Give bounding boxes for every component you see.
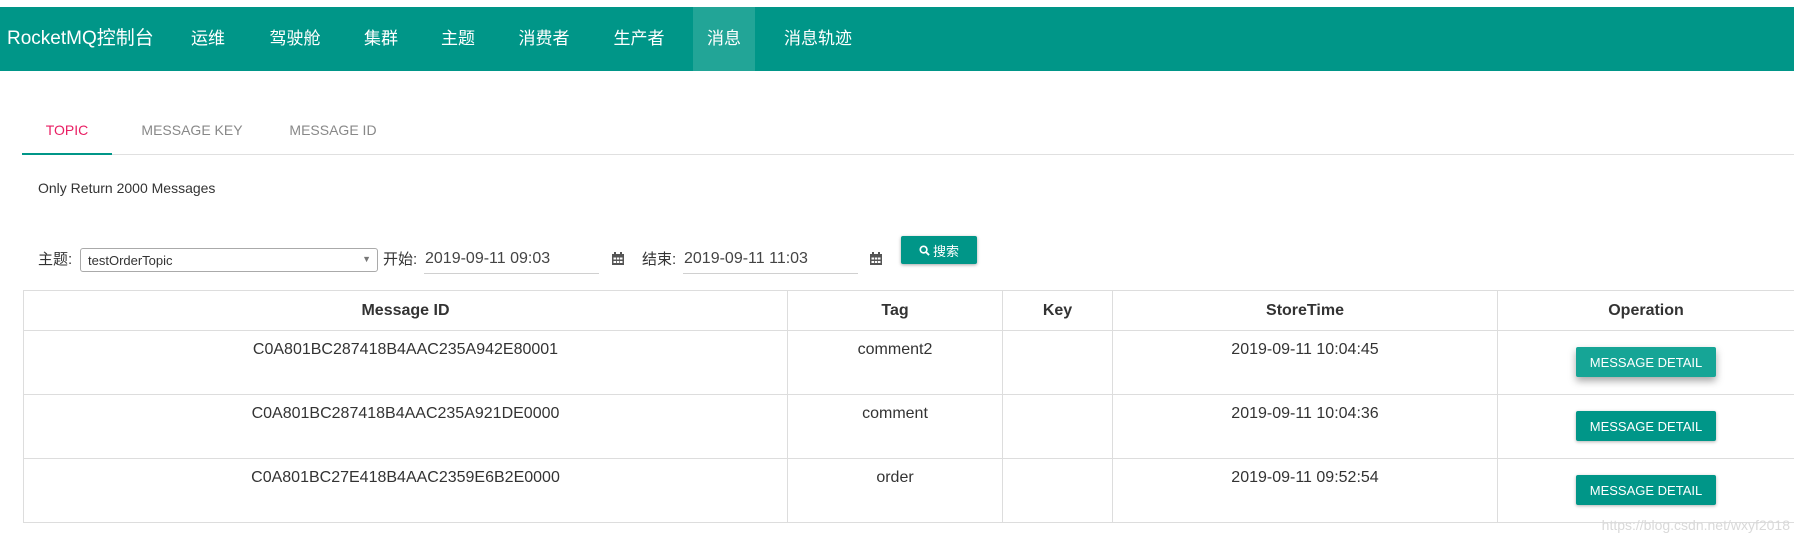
brand-title[interactable]: RocketMQ控制台 (7, 7, 154, 71)
store-time-cell: 2019-09-11 10:04:45 (1112, 330, 1498, 395)
tab-topic[interactable]: TOPIC (22, 108, 112, 155)
operation-cell: MESSAGE DETAIL (1497, 330, 1794, 395)
column-header-operation: Operation (1497, 290, 1794, 331)
table-header-row: Message ID Tag Key StoreTime Operation (23, 290, 1794, 331)
topic-label: 主题: (38, 251, 73, 268)
store-time-cell: 2019-09-11 09:52:54 (1112, 458, 1498, 523)
tab-message-id[interactable]: MESSAGE ID (280, 108, 386, 154)
message-detail-button[interactable]: MESSAGE DETAIL (1576, 411, 1716, 441)
key-cell (1002, 394, 1113, 459)
watermark-text: https://blog.csdn.net/wxyf2018 (1601, 517, 1790, 533)
operation-cell: MESSAGE DETAIL (1497, 394, 1794, 459)
calendar-icon[interactable] (869, 252, 883, 266)
tag-cell: order (787, 458, 1003, 523)
search-button-label: 搜索 (932, 243, 959, 259)
nav-item-dashboard[interactable]: 驾驶舱 (258, 7, 332, 71)
column-header-tag: Tag (787, 290, 1003, 331)
start-time-label: 开始: (383, 251, 418, 268)
table-row: C0A801BC287418B4AAC235A921DE0000 comment… (23, 394, 1794, 459)
search-icon (919, 244, 930, 256)
nav-item-consumer[interactable]: 消费者 (508, 7, 580, 71)
message-detail-button[interactable]: MESSAGE DETAIL (1576, 475, 1716, 505)
tag-cell: comment2 (787, 330, 1003, 395)
message-id-cell: C0A801BC27E418B4AAC2359E6B2E0000 (23, 458, 788, 523)
message-id-cell: C0A801BC287418B4AAC235A921DE0000 (23, 394, 788, 459)
nav-item-topic[interactable]: 主题 (427, 7, 489, 71)
start-time-input[interactable] (424, 244, 599, 274)
topic-select-value: testOrderTopic (88, 253, 173, 268)
search-button[interactable]: 搜索 (901, 236, 977, 264)
end-time-label: 结束: (642, 251, 677, 268)
key-cell (1002, 458, 1113, 523)
tag-cell: comment (787, 394, 1003, 459)
key-cell (1002, 330, 1113, 395)
operation-cell: MESSAGE DETAIL (1497, 458, 1794, 523)
calendar-icon[interactable] (611, 252, 625, 266)
topic-select[interactable]: testOrderTopic ▼ (80, 248, 378, 272)
table-row: C0A801BC27E418B4AAC2359E6B2E0000 order 2… (23, 458, 1794, 523)
result-limit-notice: Only Return 2000 Messages (38, 180, 216, 196)
chevron-down-icon: ▼ (362, 254, 371, 264)
top-navbar: RocketMQ控制台 运维 驾驶舱 集群 主题 消费者 生产者 消息 消息轨迹 (0, 7, 1794, 71)
column-header-key: Key (1002, 290, 1113, 331)
tab-message-key[interactable]: MESSAGE KEY (132, 108, 252, 154)
nav-item-ops[interactable]: 运维 (176, 7, 240, 71)
message-detail-button[interactable]: MESSAGE DETAIL (1576, 347, 1716, 377)
nav-item-cluster[interactable]: 集群 (350, 7, 412, 71)
message-id-cell: C0A801BC287418B4AAC235A942E80001 (23, 330, 788, 395)
table-row: C0A801BC287418B4AAC235A942E80001 comment… (23, 330, 1794, 395)
nav-item-message[interactable]: 消息 (693, 7, 755, 71)
message-table: Message ID Tag Key StoreTime Operation C… (23, 290, 1794, 523)
end-time-input[interactable] (683, 244, 858, 274)
store-time-cell: 2019-09-11 10:04:36 (1112, 394, 1498, 459)
column-header-store-time: StoreTime (1112, 290, 1498, 331)
search-mode-tabs: TOPIC MESSAGE KEY MESSAGE ID (22, 108, 1794, 155)
column-header-message-id: Message ID (23, 290, 788, 331)
nav-item-message-trace[interactable]: 消息轨迹 (775, 7, 861, 71)
nav-item-producer[interactable]: 生产者 (603, 7, 675, 71)
